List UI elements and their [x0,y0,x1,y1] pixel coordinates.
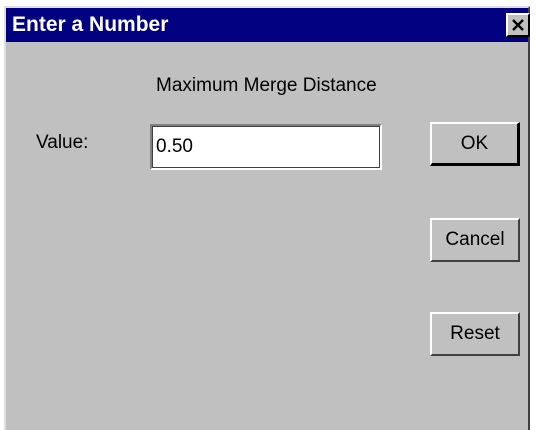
title-bar[interactable]: Enter a Number [6,8,530,42]
close-icon [512,19,524,31]
reset-button[interactable]: Reset [430,312,520,356]
window-title: Enter a Number [12,13,169,36]
value-input[interactable] [150,124,382,170]
value-label: Value: [36,132,89,153]
dialog-heading: Maximum Merge Distance [156,75,377,96]
cancel-button[interactable]: Cancel [430,218,520,262]
dialog-window: Enter a Number Maximum Merge Distance Va… [4,6,530,430]
close-button[interactable] [506,13,530,37]
ok-button[interactable]: OK [430,122,520,166]
